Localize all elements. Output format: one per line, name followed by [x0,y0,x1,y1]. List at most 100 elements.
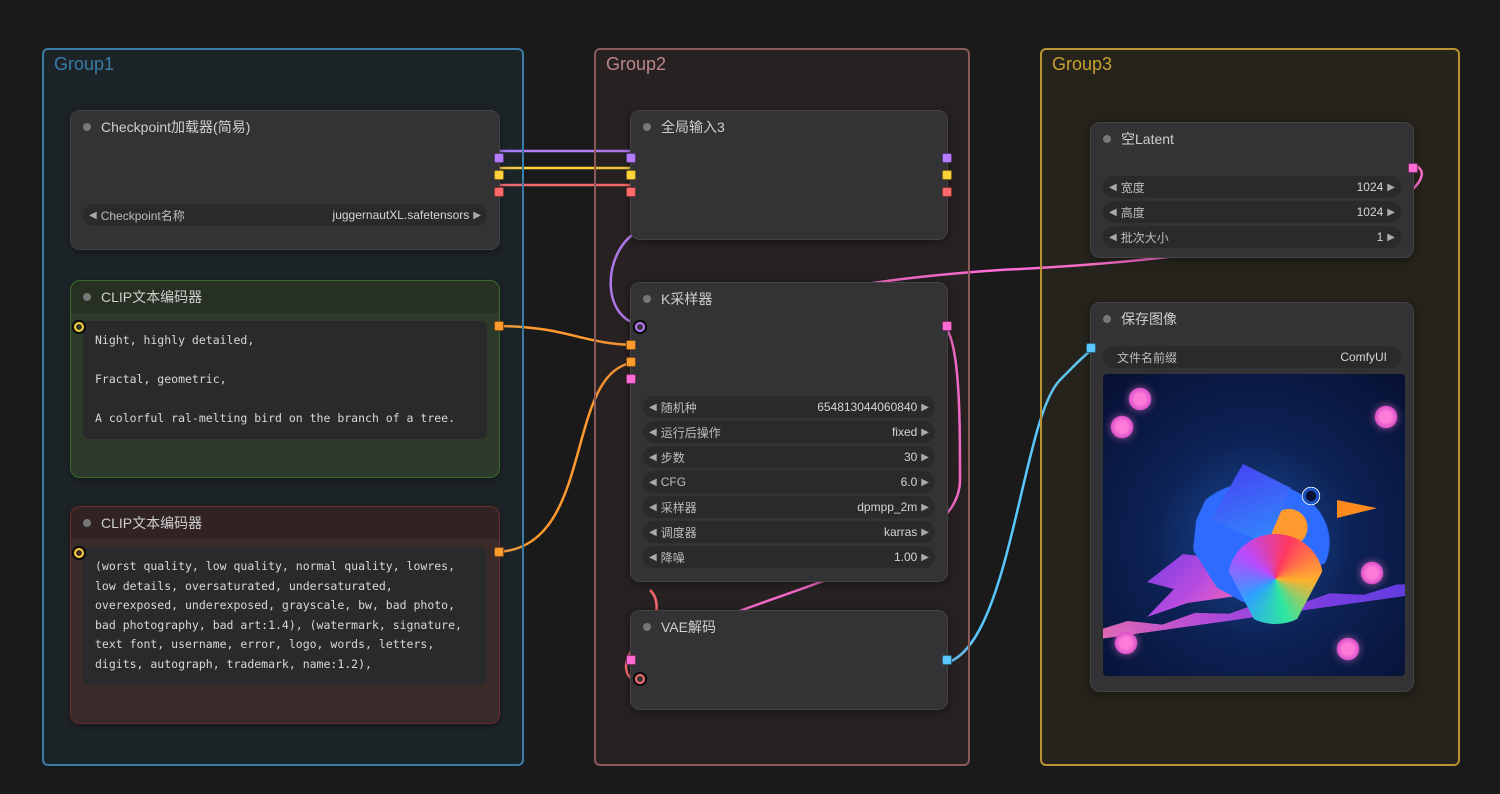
widget-value: dpmpp_2m [697,500,918,514]
chevron-left-icon[interactable]: ◀ [1109,232,1117,243]
collapse-dot-icon[interactable] [83,123,91,131]
latent-widget-0[interactable]: ◀宽度1024▶ [1103,176,1401,198]
group-2[interactable]: Group2 全局输入3 K采样器 ◀随机种654813 [594,48,970,766]
node-clip-positive[interactable]: CLIP文本编码器 Night, highly detailed, Fracta… [70,280,500,478]
collapse-dot-icon[interactable] [643,623,651,631]
widget-label: CFG [661,475,686,489]
widget-value: 1024 [1145,205,1384,219]
collapse-dot-icon[interactable] [643,295,651,303]
node-empty-latent[interactable]: 空Latent ◀宽度1024▶◀高度1024▶◀批次大小1▶ [1090,122,1414,258]
node-title: CLIP文本编码器 [101,513,202,533]
widget-value: ComfyUI [1177,350,1387,364]
node-ksampler[interactable]: K采样器 ◀随机种654813044060840▶◀运行后操作fixed▶◀步数… [630,282,948,582]
group-1-title: Group1 [54,54,114,75]
widget-value: 1.00 [685,550,918,564]
collapse-dot-icon[interactable] [643,123,651,131]
node-vae-decode[interactable]: VAE解码 [630,610,948,710]
group-1[interactable]: Group1 Checkpoint加载器(简易) ◀ Checkpoint名称 … [42,48,524,766]
widget-value: 30 [685,450,918,464]
port-clip-in[interactable] [73,547,85,559]
port-model-out[interactable] [494,153,504,163]
widget-label: 文件名前缀 [1117,349,1177,366]
port-vae-out[interactable] [494,187,504,197]
port-clip-in[interactable] [73,321,85,333]
port-clip-out[interactable] [942,170,952,180]
node-clip-negative[interactable]: CLIP文本编码器 (worst quality, low quality, n… [70,506,500,724]
latent-widget-1[interactable]: ◀ 高度1024▶ [1103,201,1401,223]
widget-label: 调度器 [661,524,697,541]
port-samples-in[interactable] [626,655,636,665]
chevron-right-icon[interactable]: ▶ [921,427,929,438]
collapse-dot-icon[interactable] [1103,135,1111,143]
port-vae-in[interactable] [634,673,646,685]
widget-ckpt-name[interactable]: ◀ Checkpoint名称 juggernautXL.safetensors … [83,204,487,226]
chevron-left-icon[interactable]: ◀ [649,452,657,463]
widget-label: 高度 [1121,204,1145,221]
port-clip-out[interactable] [494,170,504,180]
port-images-in[interactable] [1086,343,1096,353]
widget-filename-prefix[interactable]: 文件名前缀 ComfyUI [1103,346,1401,368]
chevron-right-icon[interactable]: ▶ [921,502,929,513]
port-latent-in[interactable] [626,374,636,384]
node-graph-canvas[interactable]: Group1 Checkpoint加载器(简易) ◀ Checkpoint名称 … [0,0,1500,794]
chevron-right-icon[interactable]: ▶ [921,527,929,538]
node-global-input[interactable]: 全局输入3 [630,110,948,240]
port-negative-in[interactable] [626,357,636,367]
group-3-title: Group3 [1052,54,1112,75]
prompt-textarea[interactable]: Night, highly detailed, Fractal, geometr… [83,321,487,439]
chevron-left-icon[interactable]: ◀ [649,502,657,513]
group-3[interactable]: Group3 空Latent ◀宽度1024▶◀高度1024▶◀批次大小1▶ 保… [1040,48,1460,766]
ksampler-widget-0[interactable]: ◀随机种654813044060840▶ [643,396,935,418]
port-model-out[interactable] [942,153,952,163]
port-latent-out[interactable] [1408,163,1418,173]
node-title: 空Latent [1121,129,1174,149]
chevron-left-icon[interactable]: ◀ [649,402,657,413]
chevron-left-icon[interactable]: ◀ [89,210,97,221]
widget-label: Checkpoint名称 [101,207,185,224]
ksampler-widget-1[interactable]: ◀ 运行后操作fixed▶ [643,421,935,443]
ksampler-widget-4[interactable]: ◀ 采样器dpmpp_2m▶ [643,496,935,518]
node-title: CLIP文本编码器 [101,287,202,307]
chevron-right-icon[interactable]: ▶ [921,452,929,463]
ksampler-widget-6[interactable]: ◀降噪1.00▶ [643,546,935,568]
chevron-right-icon[interactable]: ▶ [1387,207,1395,218]
chevron-right-icon[interactable]: ▶ [921,402,929,413]
node-title: VAE解码 [661,617,716,637]
collapse-dot-icon[interactable] [83,293,91,301]
node-checkpoint-loader[interactable]: Checkpoint加载器(简易) ◀ Checkpoint名称 juggern… [70,110,500,250]
port-vae-in[interactable] [626,187,636,197]
node-save-image[interactable]: 保存图像 文件名前缀 ComfyUI [1090,302,1414,692]
ksampler-widget-3[interactable]: ◀CFG6.0▶ [643,471,935,493]
port-positive-in[interactable] [626,340,636,350]
chevron-left-icon[interactable]: ◀ [649,477,657,488]
chevron-left-icon[interactable]: ◀ [1109,182,1117,193]
chevron-right-icon[interactable]: ▶ [921,477,929,488]
chevron-left-icon[interactable]: ◀ [649,427,657,438]
widget-label: 采样器 [661,499,697,516]
port-model-in[interactable] [626,153,636,163]
chevron-right-icon[interactable]: ▶ [1387,232,1395,243]
port-clip-in[interactable] [626,170,636,180]
chevron-right-icon[interactable]: ▶ [921,552,929,563]
widget-value: 654813044060840 [697,400,918,414]
port-conditioning-out[interactable] [494,321,504,331]
widget-value: fixed [721,425,918,439]
port-model-in[interactable] [634,321,646,333]
widget-label: 运行后操作 [661,424,721,441]
chevron-left-icon[interactable]: ◀ [649,552,657,563]
chevron-right-icon[interactable]: ▶ [1387,182,1395,193]
port-conditioning-out[interactable] [494,547,504,557]
collapse-dot-icon[interactable] [83,519,91,527]
chevron-right-icon[interactable]: ▶ [473,210,481,221]
port-vae-out[interactable] [942,187,952,197]
output-image-preview[interactable] [1103,374,1405,676]
port-image-out[interactable] [942,655,952,665]
chevron-left-icon[interactable]: ◀ [649,527,657,538]
ksampler-widget-5[interactable]: ◀调度器karras▶ [643,521,935,543]
chevron-left-icon[interactable]: ◀ [1109,207,1117,218]
collapse-dot-icon[interactable] [1103,315,1111,323]
ksampler-widget-2[interactable]: ◀步数30▶ [643,446,935,468]
negative-prompt-textarea[interactable]: (worst quality, low quality, normal qual… [83,547,487,685]
port-latent-out[interactable] [942,321,952,331]
latent-widget-2[interactable]: ◀批次大小1▶ [1103,226,1401,248]
